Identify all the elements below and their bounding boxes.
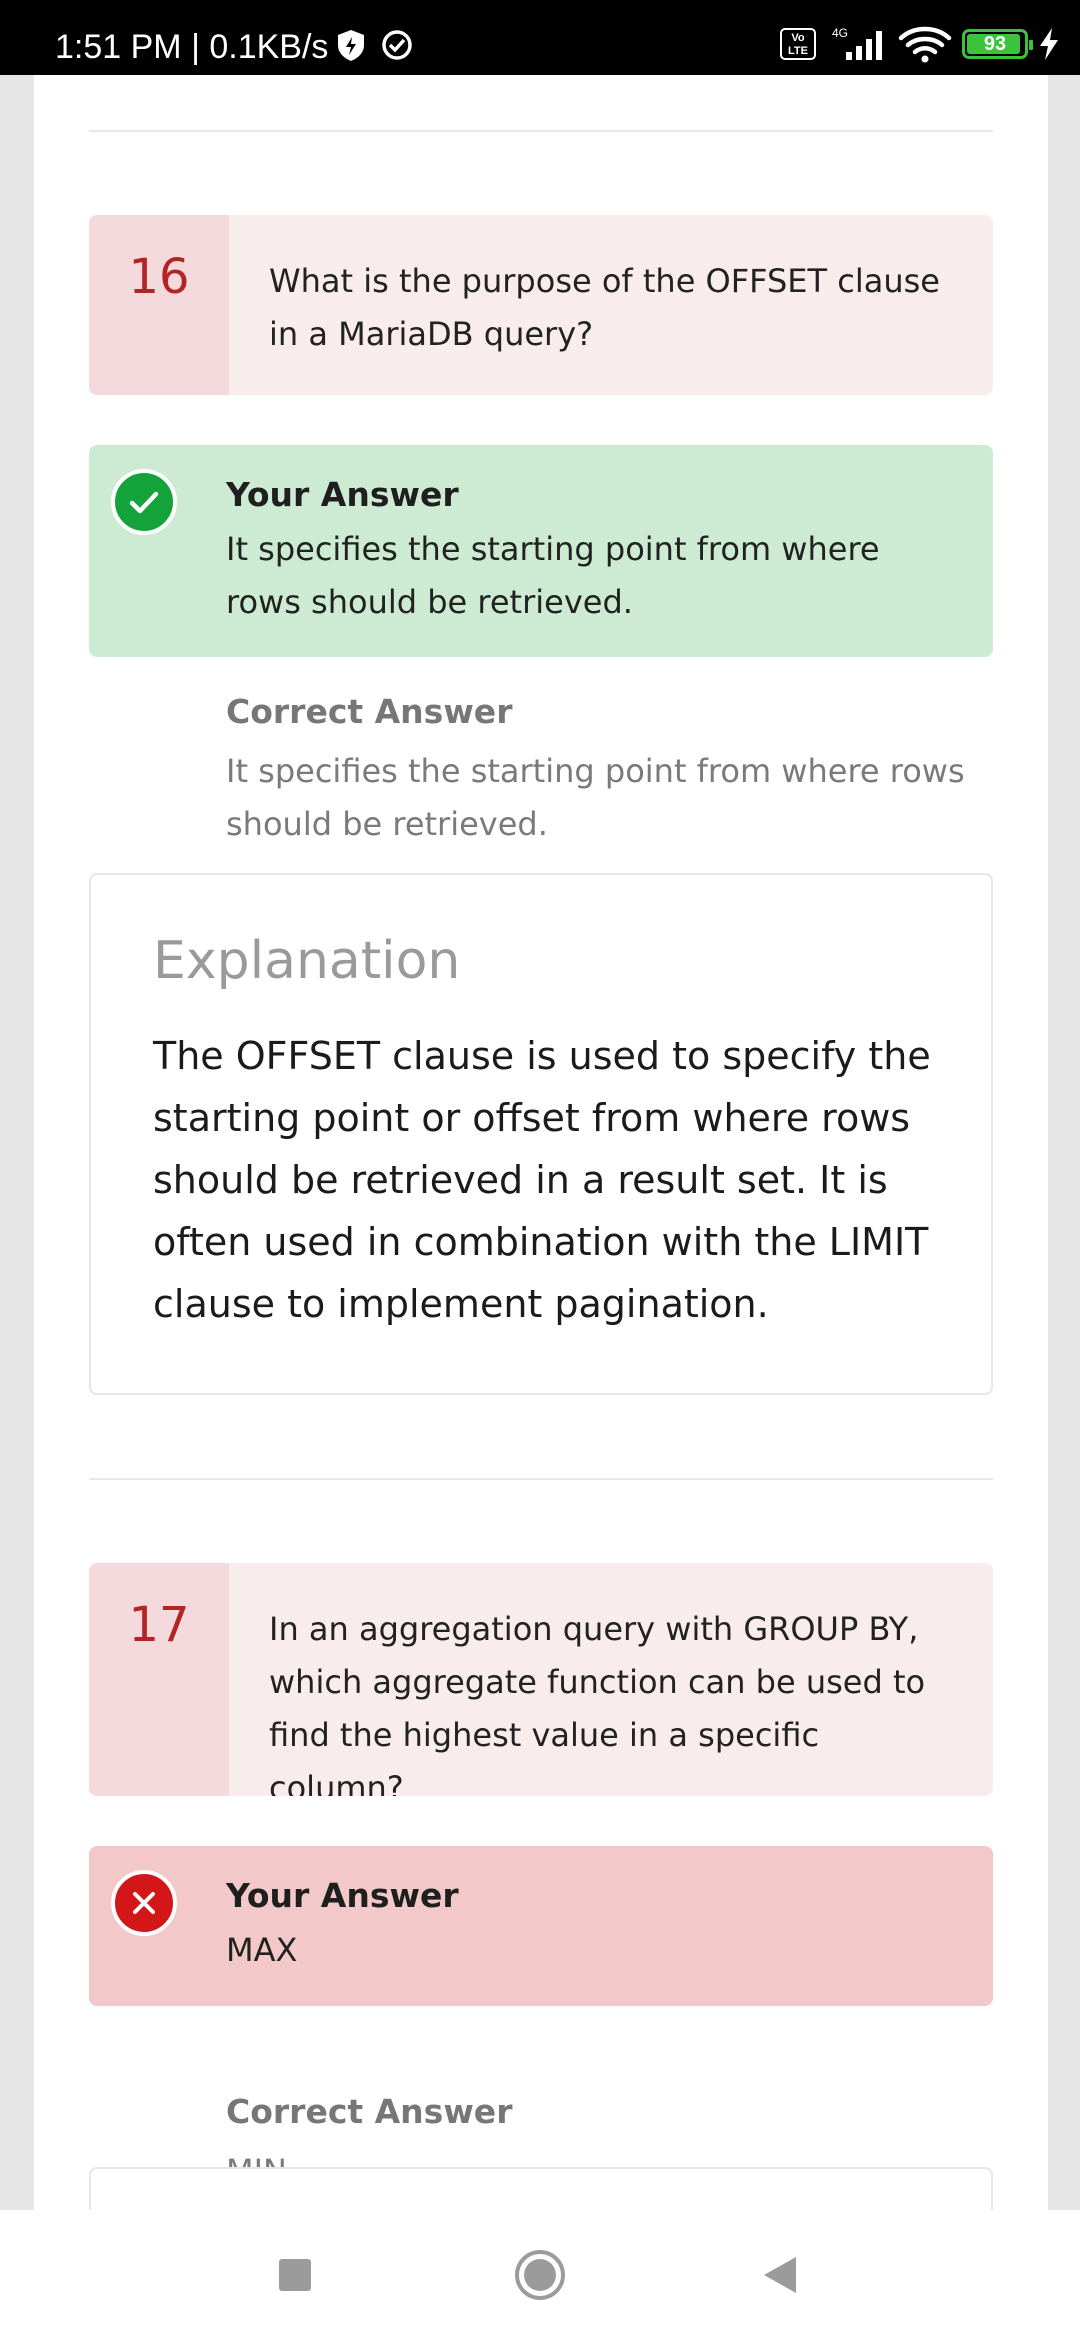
battery-icon: 93 bbox=[962, 29, 1033, 59]
explanation-text: The OFFSET clause is used to specify the… bbox=[153, 1034, 931, 1326]
explanation-card: Explanation The OFFSET clause is used to… bbox=[89, 873, 993, 1395]
charging-icon bbox=[1040, 28, 1058, 60]
your-answer-correct: Your Answer It specifies the starting po… bbox=[89, 445, 993, 657]
back-button[interactable] bbox=[745, 2210, 815, 2340]
question-text: In an aggregation query with GROUP BY, w… bbox=[269, 1610, 926, 1796]
divider bbox=[89, 1478, 993, 1480]
wifi-icon bbox=[898, 26, 952, 63]
correct-answer-title: Correct Answer bbox=[226, 2092, 513, 2131]
square-icon bbox=[279, 2259, 311, 2291]
your-answer-text: MAX bbox=[226, 1931, 298, 1969]
your-answer-incorrect: Your Answer MAX bbox=[89, 1846, 993, 2006]
status-time: 1:51 PM | 0.1KB/s bbox=[55, 28, 329, 66]
correct-answer-text: It specifies the starting point from whe… bbox=[226, 752, 965, 843]
navigation-bar bbox=[0, 2210, 1080, 2340]
circle-icon bbox=[515, 2250, 565, 2300]
home-button[interactable] bbox=[505, 2210, 575, 2340]
question-text: What is the purpose of the OFFSET clause… bbox=[269, 262, 940, 353]
question-card: 16 What is the purpose of the OFFSET cla… bbox=[89, 215, 993, 395]
x-icon bbox=[111, 1870, 177, 1936]
volte-icon: Vo LTE bbox=[780, 28, 816, 60]
explanation-card bbox=[89, 2167, 993, 2210]
correct-answer: Correct Answer It specifies the starting… bbox=[226, 692, 978, 851]
signal-icon: 4G bbox=[832, 26, 882, 60]
battery-level: 93 bbox=[983, 32, 1007, 55]
your-answer-title: Your Answer bbox=[226, 1876, 459, 1915]
question-number: 16 bbox=[89, 215, 229, 395]
status-bar: 1:51 PM | 0.1KB/s Vo LTE 4G 93 bbox=[0, 0, 1080, 75]
your-answer-text: It specifies the starting point from whe… bbox=[226, 530, 880, 621]
check-icon bbox=[111, 469, 177, 535]
explanation-title: Explanation bbox=[153, 931, 461, 991]
status-left-icons bbox=[334, 28, 414, 66]
quiz-results-page[interactable]: 16 What is the purpose of the OFFSET cla… bbox=[34, 75, 1048, 2210]
question-card: 17 In an aggregation query with GROUP BY… bbox=[89, 1563, 993, 1796]
divider bbox=[89, 130, 993, 132]
question-number: 17 bbox=[89, 1563, 229, 1796]
your-answer-title: Your Answer bbox=[226, 475, 459, 514]
triangle-back-icon bbox=[764, 2257, 796, 2293]
correct-answer-title: Correct Answer bbox=[226, 692, 513, 731]
network-type: 4G bbox=[832, 26, 848, 40]
recents-button[interactable] bbox=[260, 2210, 330, 2340]
notification-icons bbox=[338, 30, 412, 61]
status-right-icons: Vo LTE 4G 93 bbox=[780, 24, 1060, 64]
